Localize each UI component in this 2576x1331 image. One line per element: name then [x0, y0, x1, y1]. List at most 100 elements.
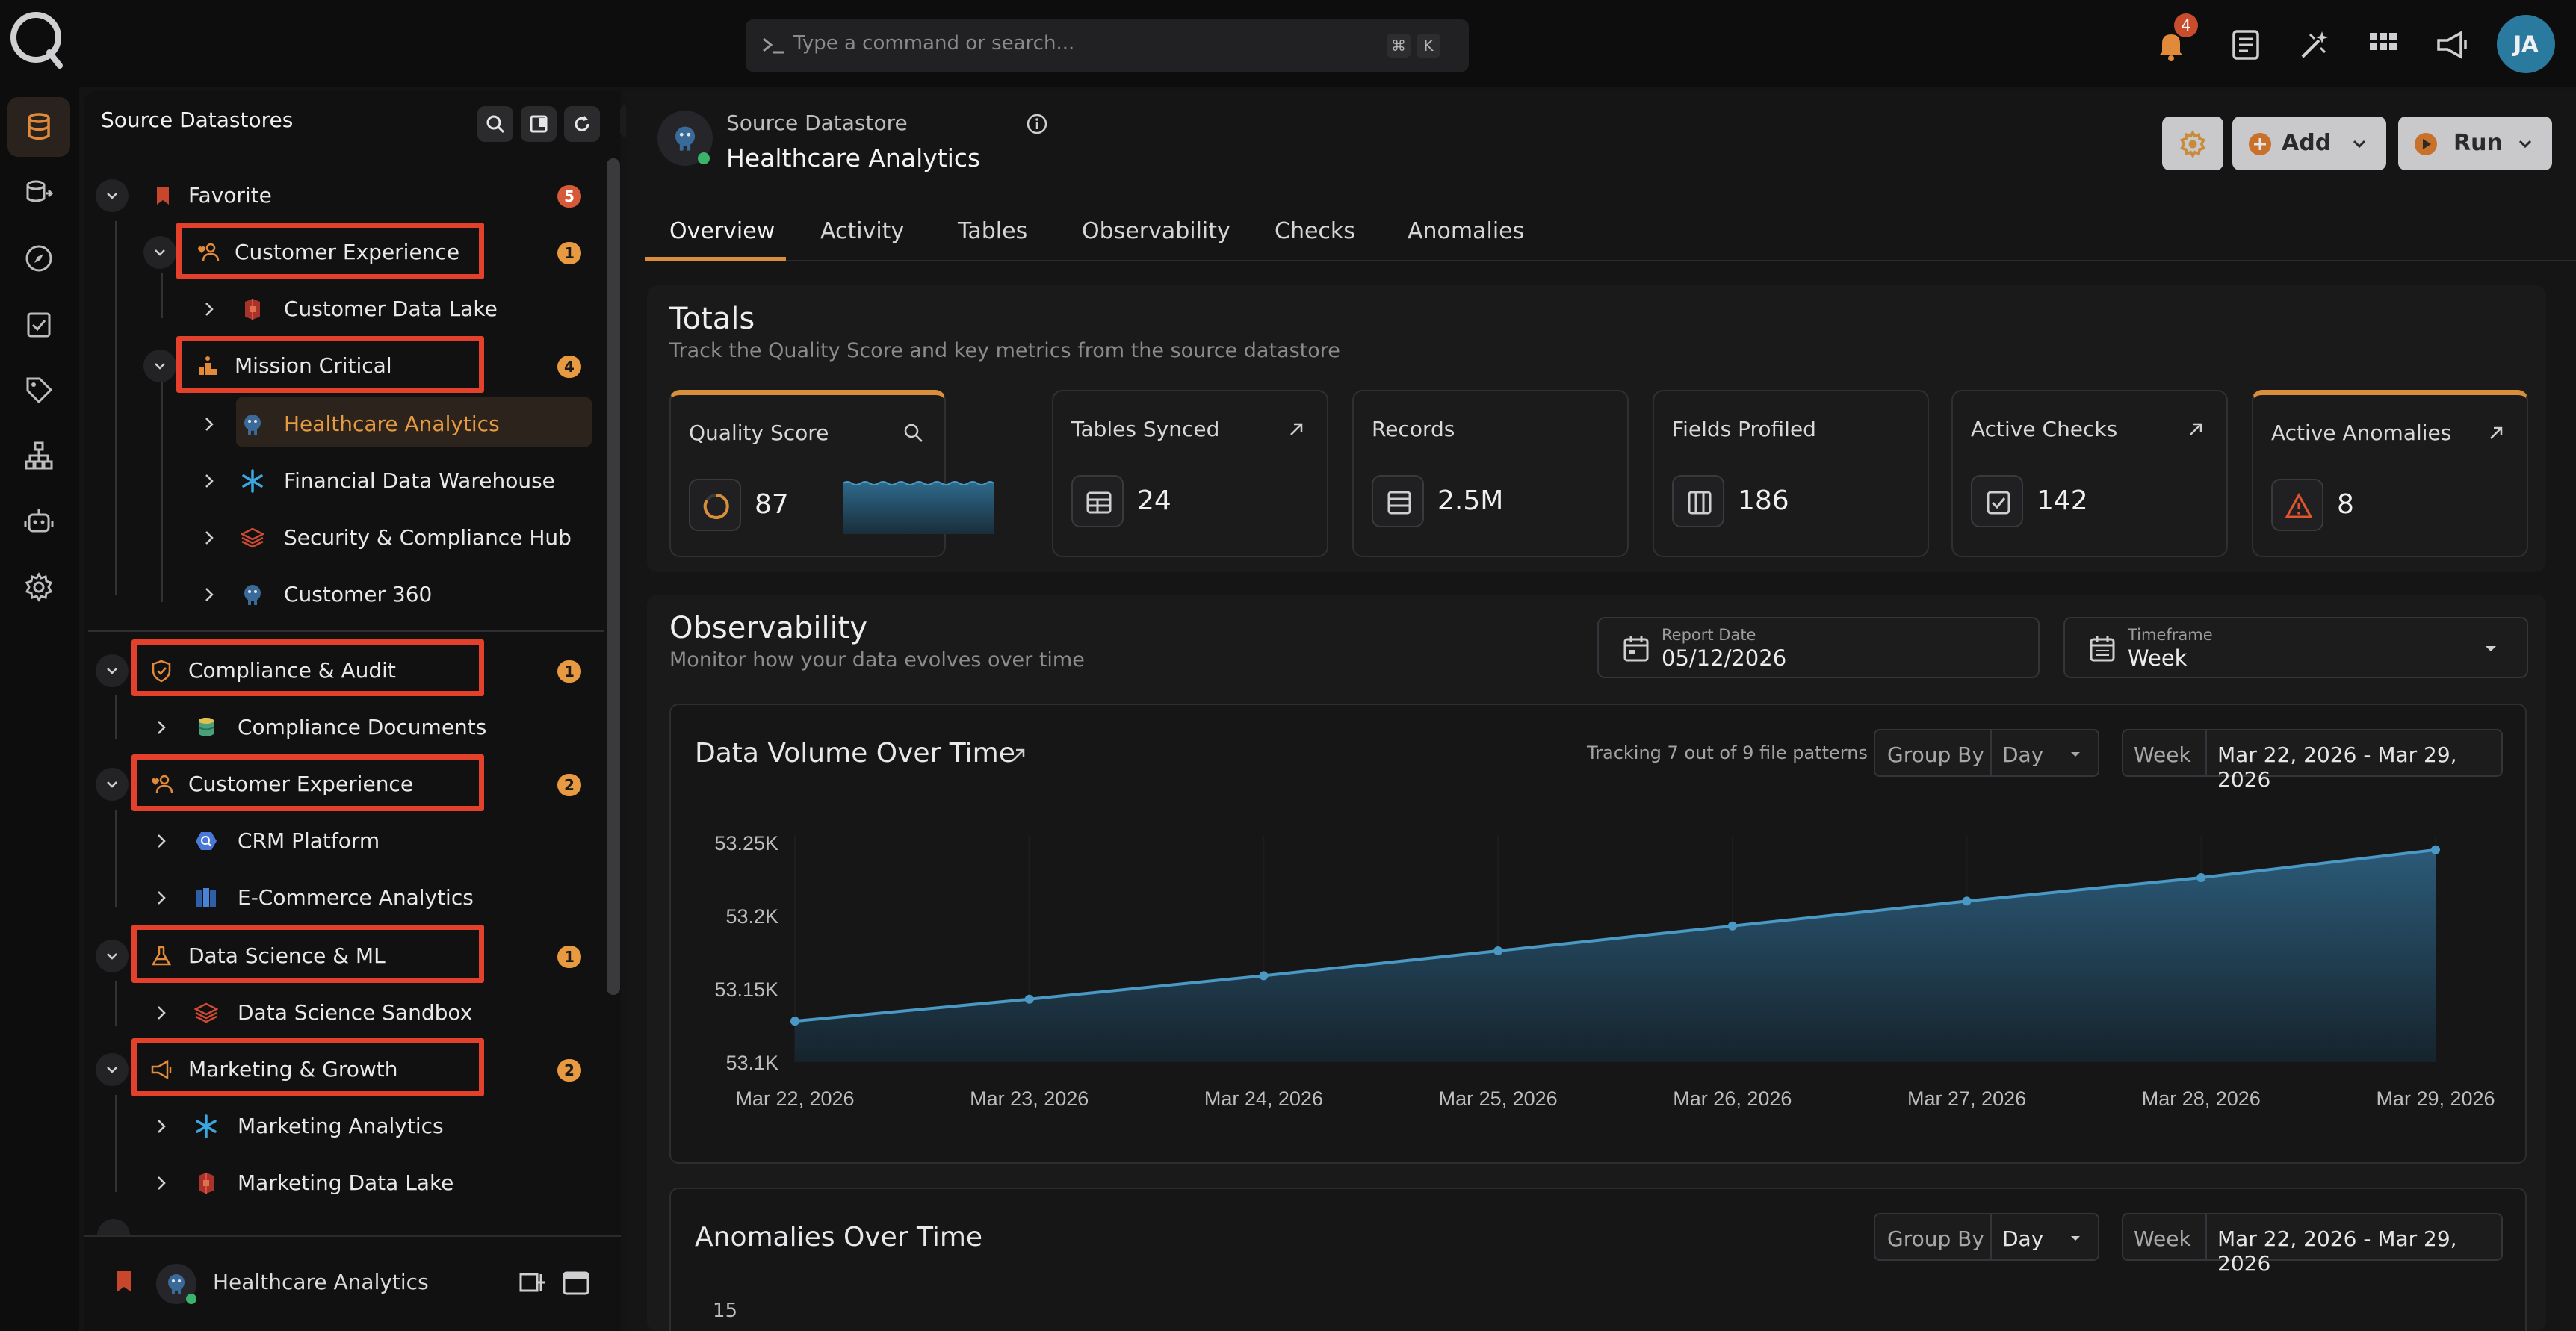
chevron-right-icon[interactable] — [197, 583, 221, 606]
chevron-right-icon[interactable] — [149, 829, 173, 853]
chevron-down-icon[interactable] — [96, 768, 129, 801]
rail-checks-icon[interactable] — [7, 294, 70, 354]
stat-value: 24 — [1137, 485, 1171, 516]
chart-y-tick-label: 53.15K — [714, 978, 778, 1001]
chevron-right-icon[interactable] — [149, 1171, 173, 1195]
announcements-megaphone-icon[interactable] — [2433, 25, 2471, 64]
tree-item-financial-data-warehouse[interactable]: Financial Data Warehouse — [190, 454, 596, 506]
tree-item-customer-360[interactable]: Customer 360 — [190, 568, 596, 620]
chevron-down-icon[interactable] — [96, 1053, 129, 1086]
tree-item-label: Compliance Documents — [238, 715, 487, 739]
chevron-right-icon[interactable] — [197, 297, 221, 321]
volume-date-range[interactable]: Week Mar 22, 2026 - Mar 29, 2026 — [2122, 729, 2503, 792]
tree-item-compliance-documents[interactable]: Compliance Documents — [142, 701, 596, 753]
tree-item-data-science-sandbox[interactable]: Data Science Sandbox — [142, 986, 596, 1038]
volume-group-by-select[interactable]: Group By Day — [1874, 729, 2099, 777]
layers-stack-icon — [194, 1002, 218, 1023]
tree-item-e-commerce-analytics[interactable]: E-Commerce Analytics — [142, 871, 596, 923]
timeframe-label: Timeframe — [2128, 626, 2213, 644]
chevron-right-icon[interactable] — [197, 526, 221, 550]
stat-value: 2.5M — [1437, 485, 1504, 516]
rail-explore-compass-icon[interactable] — [7, 229, 70, 288]
stat-card-tables-synced[interactable]: Tables Synced 24 — [1052, 390, 1328, 557]
chevron-right-icon[interactable] — [149, 1114, 173, 1138]
tab-tables[interactable]: Tables — [958, 218, 1027, 244]
info-icon[interactable] — [1025, 112, 1049, 136]
rail-agent-robot-icon[interactable] — [7, 491, 70, 551]
tree-item-security-compliance-hub[interactable]: Security & Compliance Hub — [190, 511, 596, 563]
stat-card-active-checks[interactable]: Active Checks 142 — [1951, 390, 2228, 557]
tree-item-marketing-analytics[interactable]: Marketing Analytics — [142, 1099, 596, 1152]
stat-card-active-anomalies[interactable]: Active Anomalies 8 — [2252, 390, 2528, 557]
calendar-icon — [1623, 636, 1649, 662]
anomalies-group-by-select[interactable]: Group By Day — [1874, 1213, 2099, 1261]
search-icon[interactable] — [902, 422, 925, 444]
rail-tags-icon[interactable] — [7, 360, 70, 420]
tree-group-favorite[interactable]: Favorite 5 — [96, 169, 596, 221]
sidebar-search-button[interactable] — [477, 106, 513, 142]
tab-checks[interactable]: Checks — [1275, 218, 1355, 244]
chevron-down-icon[interactable] — [96, 654, 129, 687]
arrow-up-right-icon[interactable] — [2485, 422, 2507, 444]
tree-item-crm-platform[interactable]: CRM Platform — [142, 814, 596, 866]
run-button[interactable]: Run — [2398, 117, 2552, 170]
stat-label: Active Checks — [1971, 417, 2118, 441]
app-root: Type a command or search... ⌘ K 4 JA Sou… — [0, 0, 2576, 1331]
tab-anomalies[interactable]: Anomalies — [1408, 218, 1524, 244]
chevron-down-icon[interactable] — [96, 179, 129, 212]
chevron-right-icon[interactable] — [149, 1001, 173, 1025]
chevron-right-icon[interactable] — [149, 886, 173, 910]
rail-hierarchy-icon[interactable] — [7, 426, 70, 485]
rail-enrichment-icon[interactable] — [7, 163, 70, 223]
app-logo[interactable] — [7, 7, 70, 70]
highlight-box — [131, 754, 484, 811]
tree-item-marketing-data-lake[interactable]: Marketing Data Lake — [142, 1156, 596, 1209]
bookmark-icon[interactable] — [114, 1270, 134, 1294]
arrow-up-right-icon[interactable] — [2185, 418, 2207, 441]
sidebar-layout-toggle-button[interactable] — [521, 106, 557, 142]
stat-card-fields-profiled[interactable]: Fields Profiled 186 — [1653, 390, 1929, 557]
panel-icon[interactable] — [561, 1270, 591, 1297]
stat-card-records[interactable]: Records 2.5M — [1352, 390, 1629, 557]
anomalies-date-range[interactable]: Week Mar 22, 2026 - Mar 29, 2026 — [2122, 1213, 2503, 1276]
chevron-down-icon[interactable] — [96, 940, 129, 972]
split-view-icon[interactable] — [518, 1270, 548, 1297]
sidebar-refresh-button[interactable] — [564, 106, 600, 142]
plus-circle-icon — [2249, 133, 2271, 155]
chevron-right-icon[interactable] — [149, 716, 173, 739]
rail-settings-gear-icon[interactable] — [7, 557, 70, 617]
documentation-icon[interactable] — [2226, 25, 2265, 64]
chevron-down-icon[interactable] — [143, 236, 176, 269]
tab-activity[interactable]: Activity — [820, 218, 904, 244]
rail-datastores-icon[interactable] — [7, 97, 70, 157]
arrow-up-right-icon[interactable] — [1007, 744, 1030, 766]
chart-data-point — [2196, 873, 2206, 883]
report-date-field[interactable]: Report Date 05/12/2026 — [1597, 617, 2040, 678]
tree-item-customer-data-lake[interactable]: Customer Data Lake — [190, 282, 596, 335]
stat-label: Fields Profiled — [1672, 417, 1816, 441]
command-search-bar[interactable]: Type a command or search... ⌘ K — [746, 19, 1469, 72]
tab-overview[interactable]: Overview — [669, 218, 775, 244]
records-list-icon — [1387, 491, 1411, 515]
arrow-up-right-icon[interactable] — [1285, 418, 1307, 441]
magic-wand-icon[interactable] — [2295, 25, 2334, 64]
tree-item-healthcare-analytics[interactable]: Healthcare Analytics — [190, 397, 596, 450]
timeframe-select[interactable]: Timeframe Week — [2063, 617, 2528, 678]
count-badge: 4 — [557, 356, 581, 378]
chevron-right-icon[interactable] — [197, 469, 221, 493]
stat-card-quality-score[interactable]: Quality Score 87 — [669, 390, 994, 557]
tab-observability[interactable]: Observability — [1082, 218, 1230, 244]
apps-grid-icon[interactable] — [2364, 25, 2403, 64]
command-placeholder: Type a command or search... — [793, 32, 1075, 55]
chart-data-point — [1962, 896, 1972, 906]
add-button[interactable]: Add — [2232, 117, 2386, 170]
settings-button[interactable] — [2162, 117, 2223, 170]
sidebar-scrollbar[interactable] — [607, 158, 620, 995]
user-avatar[interactable]: JA — [2497, 15, 2555, 73]
highlight-box — [131, 1038, 484, 1096]
quality-gauge — [689, 479, 741, 531]
chevron-down-icon[interactable] — [143, 350, 176, 382]
chevron-right-icon[interactable] — [197, 412, 221, 436]
chart-y-tick-label: 53.2K — [725, 905, 778, 928]
chart-x-tick-label: Mar 26, 2026 — [1673, 1088, 1792, 1110]
